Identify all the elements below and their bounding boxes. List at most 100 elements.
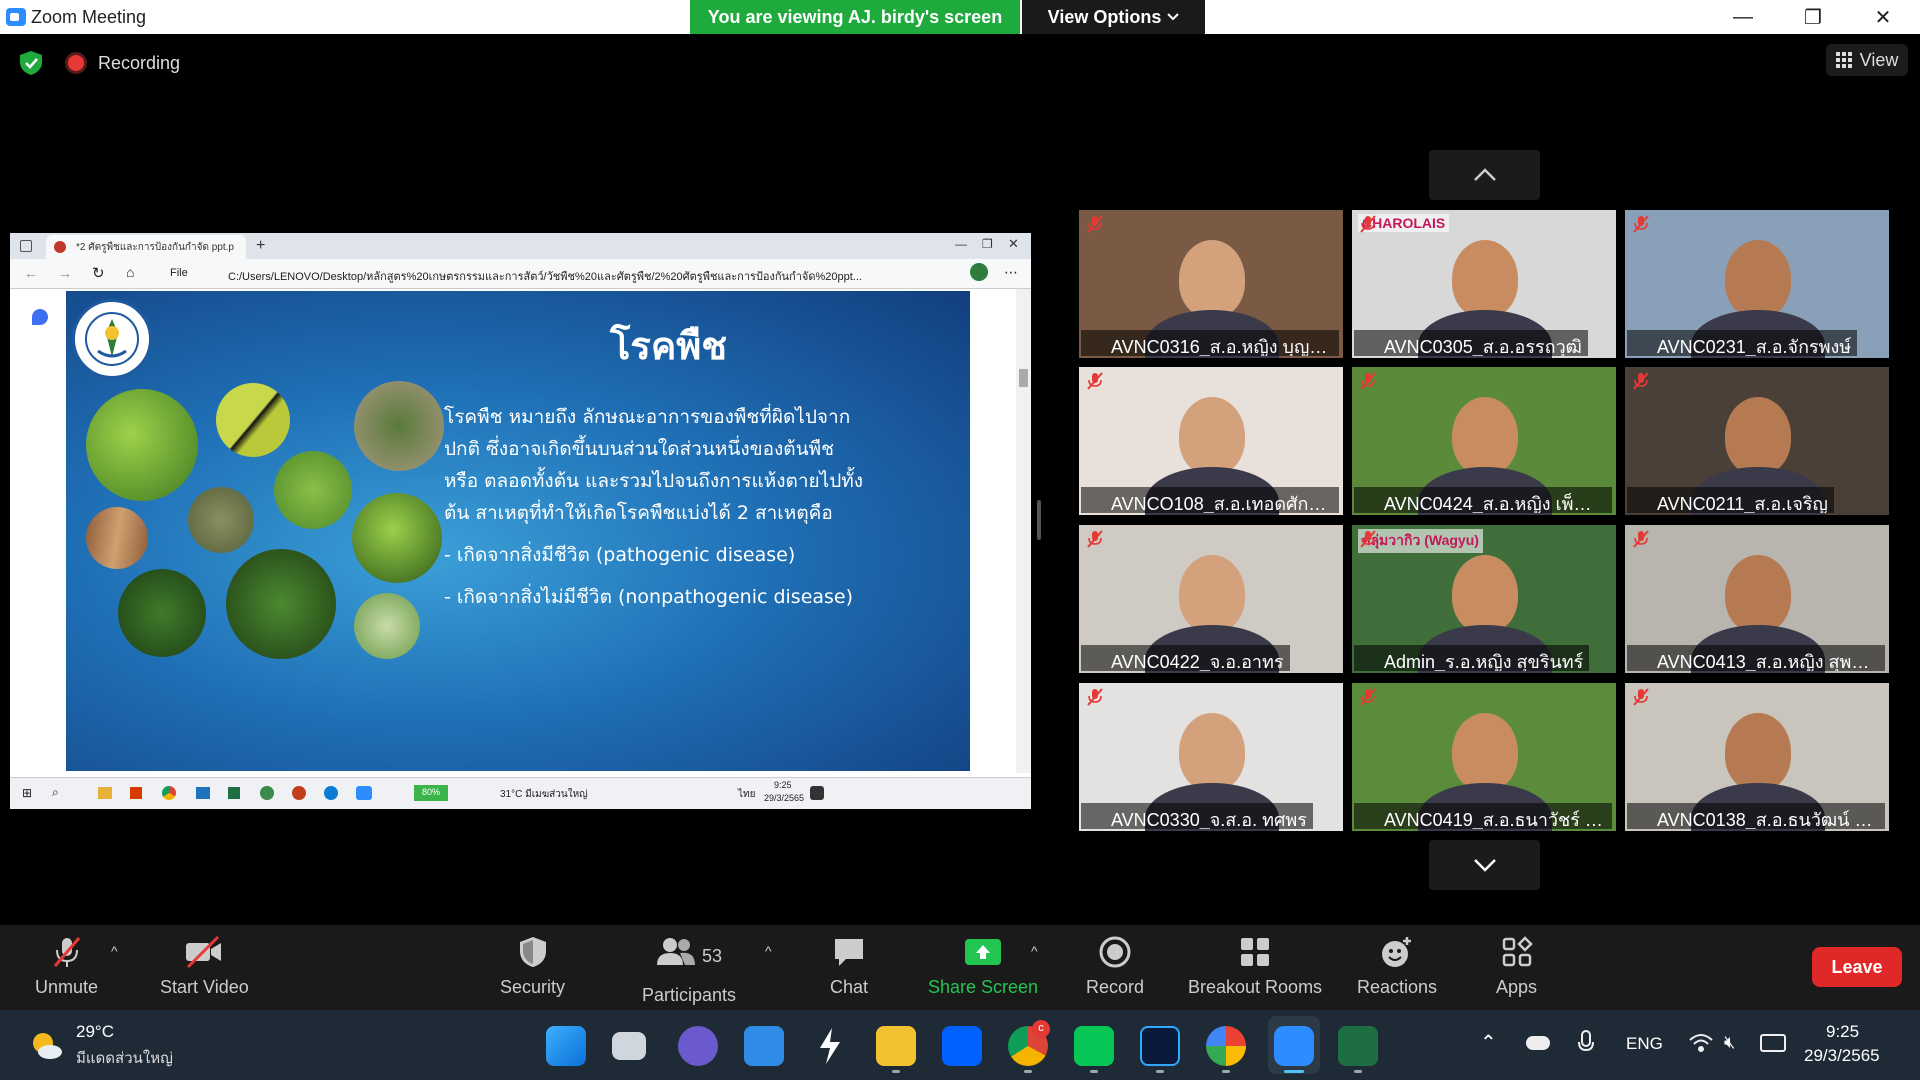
security-button[interactable]: Security	[500, 935, 565, 998]
chrome-notification-badge: c	[1032, 1020, 1050, 1038]
app-lightning-icon[interactable]	[810, 1026, 850, 1066]
teams-chat-icon[interactable]	[678, 1026, 718, 1066]
shield-icon	[519, 937, 546, 967]
tile-overlay-text: กลุ่มวากิว (Wagyu)	[1358, 529, 1483, 553]
remote-excel-icon	[228, 787, 240, 799]
participant-name: AVNC0316_ส.อ.หญิง บุญยัง ...	[1081, 330, 1339, 356]
participant-tile[interactable]: AVNC0419_ส.อ.ธนาวัชร์ ชูช...	[1352, 683, 1616, 831]
participants-label: Participants	[642, 985, 737, 1005]
participant-tile[interactable]: AVNCO108_ส.อ.เทอดศักดิ์สุข...	[1079, 367, 1343, 515]
tray-microphone-icon[interactable]	[1578, 1030, 1594, 1056]
remote-minimize-icon: —	[955, 237, 967, 251]
file-label: File	[170, 267, 188, 279]
dropbox-icon[interactable]	[942, 1026, 982, 1066]
onedrive-icon[interactable]	[1526, 1036, 1550, 1050]
unmute-button[interactable]: Unmute	[35, 935, 98, 998]
participant-tile[interactable]: AVNC0211_ส.อ.เจริญ	[1625, 367, 1889, 515]
line-icon[interactable]	[1074, 1026, 1114, 1066]
taskbar-lang[interactable]: ENG	[1626, 1034, 1663, 1054]
participant-tile[interactable]: AVNC0231_ส.อ.จักรพงษ์	[1625, 210, 1889, 358]
restore-button[interactable]: ❐	[1784, 0, 1842, 34]
muted-mic-icon	[1633, 372, 1649, 390]
close-button[interactable]: ✕	[1854, 0, 1912, 34]
split-handle[interactable]	[1037, 500, 1041, 540]
security-label: Security	[500, 977, 566, 997]
slide-bullet-1: - เกิดจากสิ่งมีชีวิต (pathogenic disease…	[444, 544, 796, 566]
breakout-rooms-button[interactable]: Breakout Rooms	[1188, 935, 1322, 998]
taskbar-time[interactable]: 9:25	[1826, 1022, 1859, 1042]
smiley-icon	[1382, 937, 1412, 967]
participant-tile[interactable]: AVNC0316_ส.อ.หญิง บุญยัง ...	[1079, 210, 1343, 358]
remote-powerpoint-icon	[292, 786, 306, 800]
shared-screen[interactable]: *2 ศัตรูพืชและการป้องกันกำจัด ppt.p + — …	[10, 233, 1031, 809]
participants-options-caret[interactable]: ^	[765, 943, 772, 959]
wifi-icon[interactable]	[1688, 1032, 1714, 1054]
taskbar-date[interactable]: 29/3/2565	[1804, 1046, 1880, 1066]
home-icon: ⌂	[126, 264, 135, 280]
gallery-down-button[interactable]	[1429, 840, 1540, 890]
apps-icon	[1502, 936, 1533, 967]
minimize-button[interactable]: —	[1714, 0, 1772, 34]
profile-avatar-icon	[970, 263, 988, 281]
share-screen-button[interactable]: Share Screen	[928, 935, 1038, 998]
apps-button[interactable]: Apps	[1496, 935, 1537, 998]
mail-icon[interactable]	[744, 1026, 784, 1066]
microphone-muted-icon	[53, 937, 80, 967]
zoom-taskbar-icon[interactable]	[1274, 1026, 1314, 1066]
file-explorer-icon[interactable]	[876, 1026, 916, 1066]
muted-mic-icon	[1633, 530, 1649, 548]
view-options-button[interactable]: View Options	[1022, 0, 1205, 34]
gallery-up-button[interactable]	[1429, 150, 1540, 200]
share-options-caret[interactable]: ^	[1031, 943, 1038, 959]
participant-tile[interactable]: กลุ่มวากิว (Wagyu) Admin_ร.อ.หญิง สุขรินท…	[1352, 525, 1616, 673]
participant-name: AVNC0419_ส.อ.ธนาวัชร์ ชูช...	[1354, 803, 1612, 829]
reactions-button[interactable]: Reactions	[1357, 935, 1437, 998]
view-button[interactable]: View	[1826, 44, 1908, 76]
participant-video	[1452, 240, 1518, 318]
participant-tile[interactable]: CHAROLAIS AVNC0305_ส.อ.อรรถวุฒิ	[1352, 210, 1616, 358]
participant-tile[interactable]: AVNC0138_ส.อ.ธนวัฒน์ ขบ...	[1625, 683, 1889, 831]
participant-video	[1725, 713, 1791, 791]
participant-name: AVNC0138_ส.อ.ธนวัฒน์ ขบ...	[1627, 803, 1885, 829]
record-icon	[1099, 936, 1131, 968]
muted-mic-icon	[1360, 530, 1376, 548]
task-view-icon[interactable]	[612, 1032, 646, 1060]
slide-body: โรคพืช หมายถึง ลักษณะอาการของพืชที่ผิดไป…	[444, 401, 864, 623]
annotation-icon	[32, 309, 48, 325]
remote-weather: 31°C มีเมฆส่วนใหญ่	[500, 789, 588, 800]
tray-overflow-icon[interactable]: ⌃	[1480, 1030, 1497, 1055]
leaf-photo-4	[188, 487, 254, 553]
participant-tile[interactable]: AVNC0422_จ.อ.อาทร	[1079, 525, 1343, 673]
lime-photo	[352, 493, 442, 583]
remote-zoom-icon	[356, 786, 372, 800]
volume-muted-icon[interactable]: 🔇︎	[1724, 1032, 1735, 1053]
leave-button[interactable]: Leave	[1812, 947, 1902, 987]
photos-running-indicator	[1222, 1070, 1230, 1073]
photoshop-icon[interactable]	[1140, 1026, 1180, 1066]
pdf-icon	[54, 241, 66, 253]
emblem-icon	[85, 312, 139, 366]
start-icon[interactable]	[546, 1026, 586, 1066]
reactions-label: Reactions	[1357, 977, 1438, 997]
start-video-button[interactable]: Start Video	[160, 935, 249, 998]
participant-name: AVNC0211_ส.อ.เจริญ	[1627, 487, 1834, 513]
audio-options-caret[interactable]: ^	[111, 943, 118, 959]
excel-icon[interactable]	[1338, 1026, 1378, 1066]
weather-sun-icon	[33, 1033, 62, 1059]
chat-button[interactable]: Chat	[830, 935, 868, 998]
participant-tile[interactable]: AVNC0413_ส.อ.หญิง สุพรร...	[1625, 525, 1889, 673]
participant-tile[interactable]: AVNC0330_จ.ส.อ. ทศพร	[1079, 683, 1343, 831]
remote-notification-icon	[810, 786, 824, 800]
record-label: Record	[1086, 977, 1145, 997]
record-button[interactable]: Record	[1086, 935, 1144, 998]
security-shield-icon[interactable]	[18, 50, 44, 76]
grid-icon	[1835, 52, 1852, 68]
photos-icon[interactable]	[1206, 1026, 1246, 1066]
browser-address-bar: ← → ↻ ⌂ File C:/Users/LENOVO/Desktop/หลั…	[10, 259, 1031, 289]
participants-button[interactable]: 53 Participants	[642, 935, 736, 1006]
battery-icon[interactable]	[1760, 1034, 1786, 1052]
chevron-down-icon	[1473, 859, 1496, 872]
muted-mic-icon	[1360, 215, 1376, 233]
participant-tile[interactable]: AVNC0424_ส.อ.หญิง เพ็ญป...	[1352, 367, 1616, 515]
view-label: View	[1859, 49, 1899, 70]
